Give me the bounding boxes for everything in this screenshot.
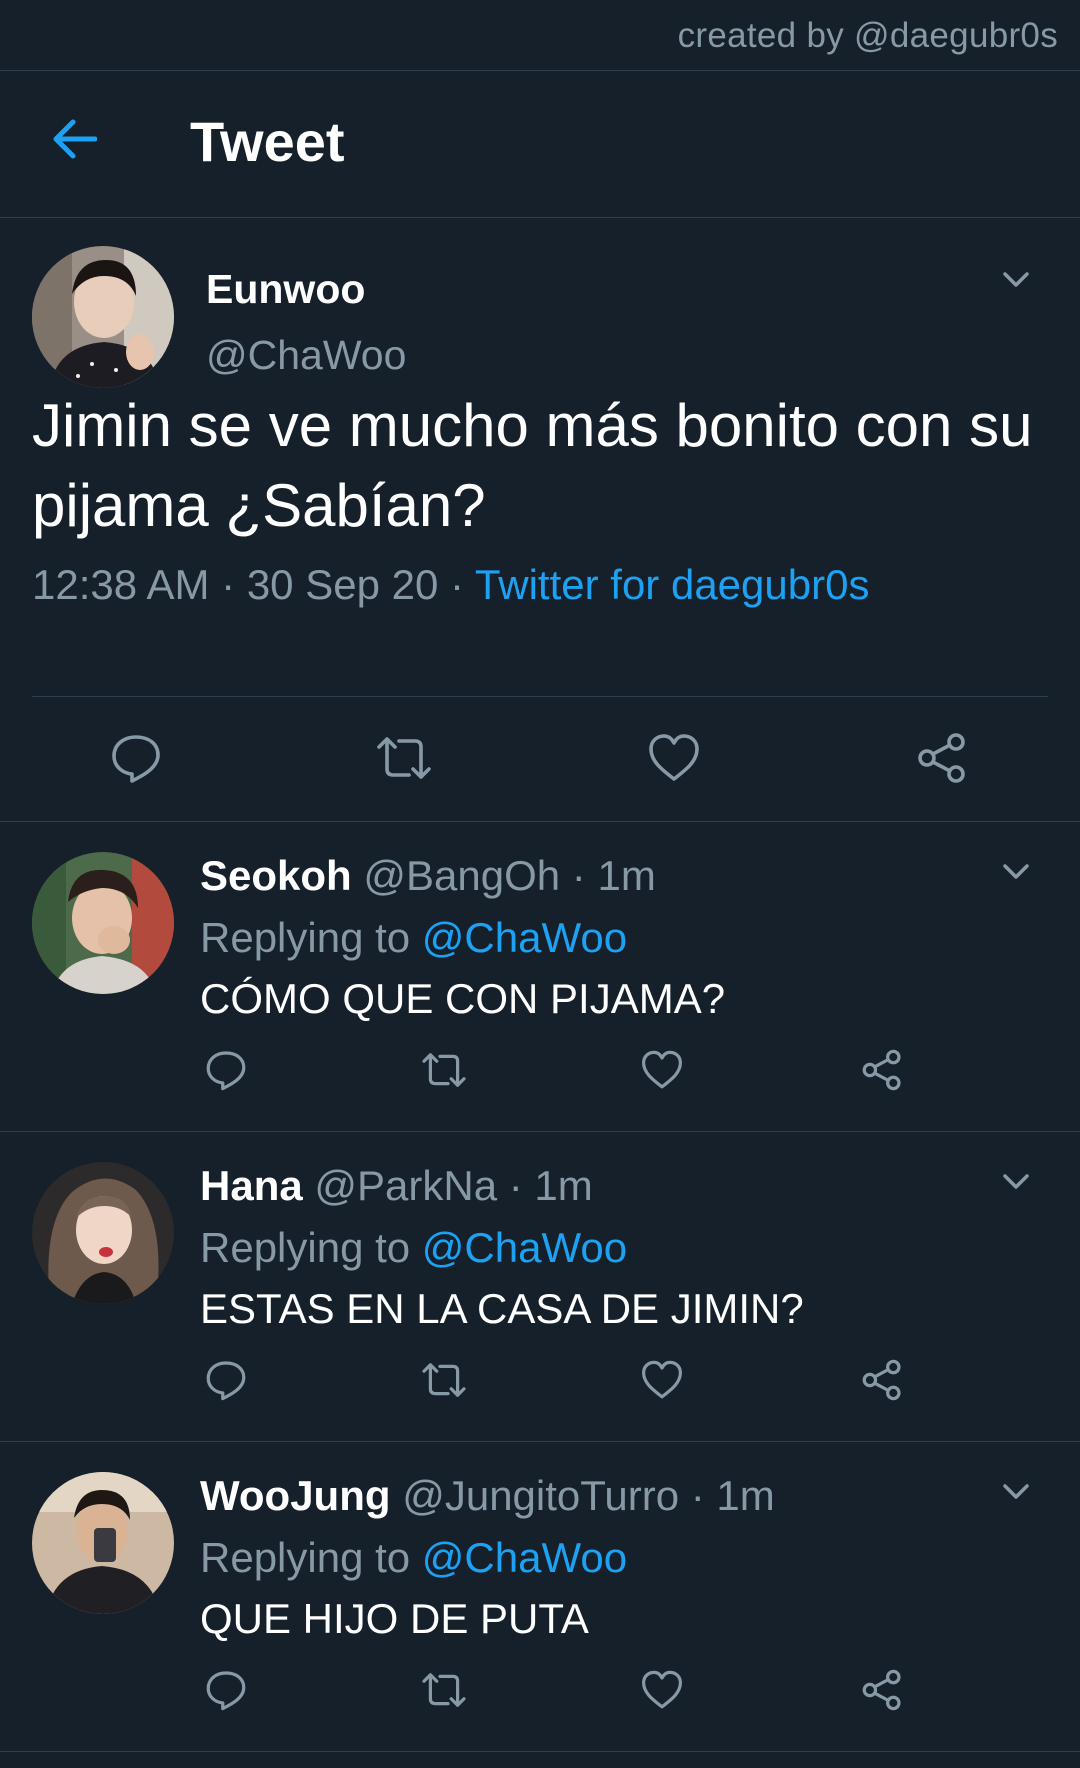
heart-icon [640, 1360, 684, 1405]
reply-icon [205, 1359, 247, 1406]
reply-tweet[interactable]: Seokoh @BangOh · 1m Replying to @ChaWoo … [0, 822, 1080, 1132]
reply-time: 1m [597, 852, 656, 899]
tweet-options-button[interactable] [998, 1476, 1034, 1512]
reply-icon [205, 1049, 247, 1096]
top-header: Tweet [0, 71, 1080, 218]
retweet-icon [419, 1670, 469, 1715]
like-button[interactable] [638, 1048, 686, 1096]
heart-icon [647, 733, 701, 788]
retweet-button[interactable] [418, 1048, 470, 1096]
retweet-icon [419, 1050, 469, 1095]
retweet-button[interactable] [418, 1668, 470, 1716]
page-title: Tweet [190, 110, 345, 173]
reply-author-name[interactable]: Seokoh [200, 852, 352, 899]
watermark-bar: created by @daegubr0s [0, 0, 1080, 71]
reply-author-handle[interactable]: @JungitoTurro [402, 1472, 679, 1519]
reply-text: CÓMO QUE CON PIJAMA? [200, 975, 726, 1022]
arrow-left-icon [51, 119, 98, 164]
watermark-text: created by @daegubr0s [677, 16, 1058, 55]
replying-mention-link[interactable]: @ChaWoo [422, 1224, 627, 1271]
reply-button[interactable] [202, 1668, 250, 1716]
reply-button[interactable] [202, 1048, 250, 1096]
chevron-down-icon [1002, 1483, 1030, 1506]
heart-icon [640, 1050, 684, 1095]
replying-mention-link[interactable]: @ChaWoo [422, 914, 627, 961]
avatar[interactable] [32, 246, 174, 388]
author-name[interactable]: Eunwoo [206, 266, 365, 313]
tweet-options-button[interactable] [998, 264, 1034, 300]
reply-tweet[interactable]: WooJung @JungitoTurro · 1m Replying to @… [0, 1442, 1080, 1752]
replying-mention-link[interactable]: @ChaWoo [422, 1534, 627, 1581]
reply-icon [205, 1669, 247, 1716]
heart-icon [640, 1670, 684, 1715]
reply-text: QUE HIJO DE PUTA [200, 1595, 589, 1642]
reply-author-handle[interactable]: @ParkNa [314, 1162, 497, 1209]
reply-author-handle[interactable]: @BangOh [363, 852, 560, 899]
back-button[interactable] [46, 113, 102, 169]
retweet-icon [373, 733, 435, 788]
share-icon [861, 1669, 903, 1716]
chevron-down-icon [1002, 1173, 1030, 1196]
retweet-icon [419, 1360, 469, 1405]
share-button[interactable] [858, 1668, 906, 1716]
tweet-source-link[interactable]: Twitter for daegubr0s [475, 561, 870, 608]
reply-icon [110, 732, 162, 789]
share-icon [916, 732, 968, 789]
reply-author-name[interactable]: WooJung [200, 1472, 391, 1519]
like-button[interactable] [642, 728, 706, 792]
tweet-time: 12:38 AM [32, 561, 210, 608]
reply-tweet[interactable]: Hana @ParkNa · 1m Replying to @ChaWoo ES… [0, 1132, 1080, 1442]
chevron-down-icon [1002, 863, 1030, 886]
divider [32, 696, 1048, 697]
meta-separator: · [221, 561, 236, 608]
like-button[interactable] [638, 1668, 686, 1716]
reply-button[interactable] [202, 1358, 250, 1406]
replying-to-line: Replying to @ChaWoo [200, 914, 627, 962]
tweet-options-button[interactable] [998, 1166, 1034, 1202]
share-button[interactable] [910, 728, 974, 792]
replying-to-line: Replying to @ChaWoo [200, 1224, 627, 1272]
avatar[interactable] [32, 852, 174, 994]
share-button[interactable] [858, 1358, 906, 1406]
main-tweet: Eunwoo @ChaWoo Jimin se ve mucho más bon… [0, 218, 1080, 822]
tweet-meta: 12:38 AM · 30 Sep 20 · Twitter for daegu… [32, 561, 869, 609]
retweet-button[interactable] [370, 728, 438, 792]
reply-text: ESTAS EN LA CASA DE JIMIN? [200, 1285, 804, 1332]
replying-to-line: Replying to @ChaWoo [200, 1534, 627, 1582]
reply-time: 1m [534, 1162, 593, 1209]
reply-author-name[interactable]: Hana [200, 1162, 303, 1209]
reply-header: WooJung @JungitoTurro · 1m [200, 1472, 775, 1519]
avatar[interactable] [32, 1162, 174, 1304]
reply-button[interactable] [104, 728, 168, 792]
replying-label: Replying to [200, 914, 411, 961]
reply-header: Seokoh @BangOh · 1m [200, 852, 656, 899]
share-button[interactable] [858, 1048, 906, 1096]
share-icon [861, 1359, 903, 1406]
chevron-down-icon [1002, 271, 1030, 294]
author-handle[interactable]: @ChaWoo [206, 332, 406, 379]
tweet-options-button[interactable] [998, 856, 1034, 892]
reply-time: 1m [716, 1472, 775, 1519]
tweet-date: 30 Sep 20 [246, 561, 439, 608]
replying-label: Replying to [200, 1224, 411, 1271]
reply-header: Hana @ParkNa · 1m [200, 1162, 593, 1209]
avatar[interactable] [32, 1472, 174, 1614]
meta-separator: · [450, 561, 464, 608]
tweet-text: Jimin se ve mucho más bonito con su pija… [32, 392, 1033, 539]
like-button[interactable] [638, 1358, 686, 1406]
share-icon [861, 1049, 903, 1096]
retweet-button[interactable] [418, 1358, 470, 1406]
replying-label: Replying to [200, 1534, 411, 1581]
